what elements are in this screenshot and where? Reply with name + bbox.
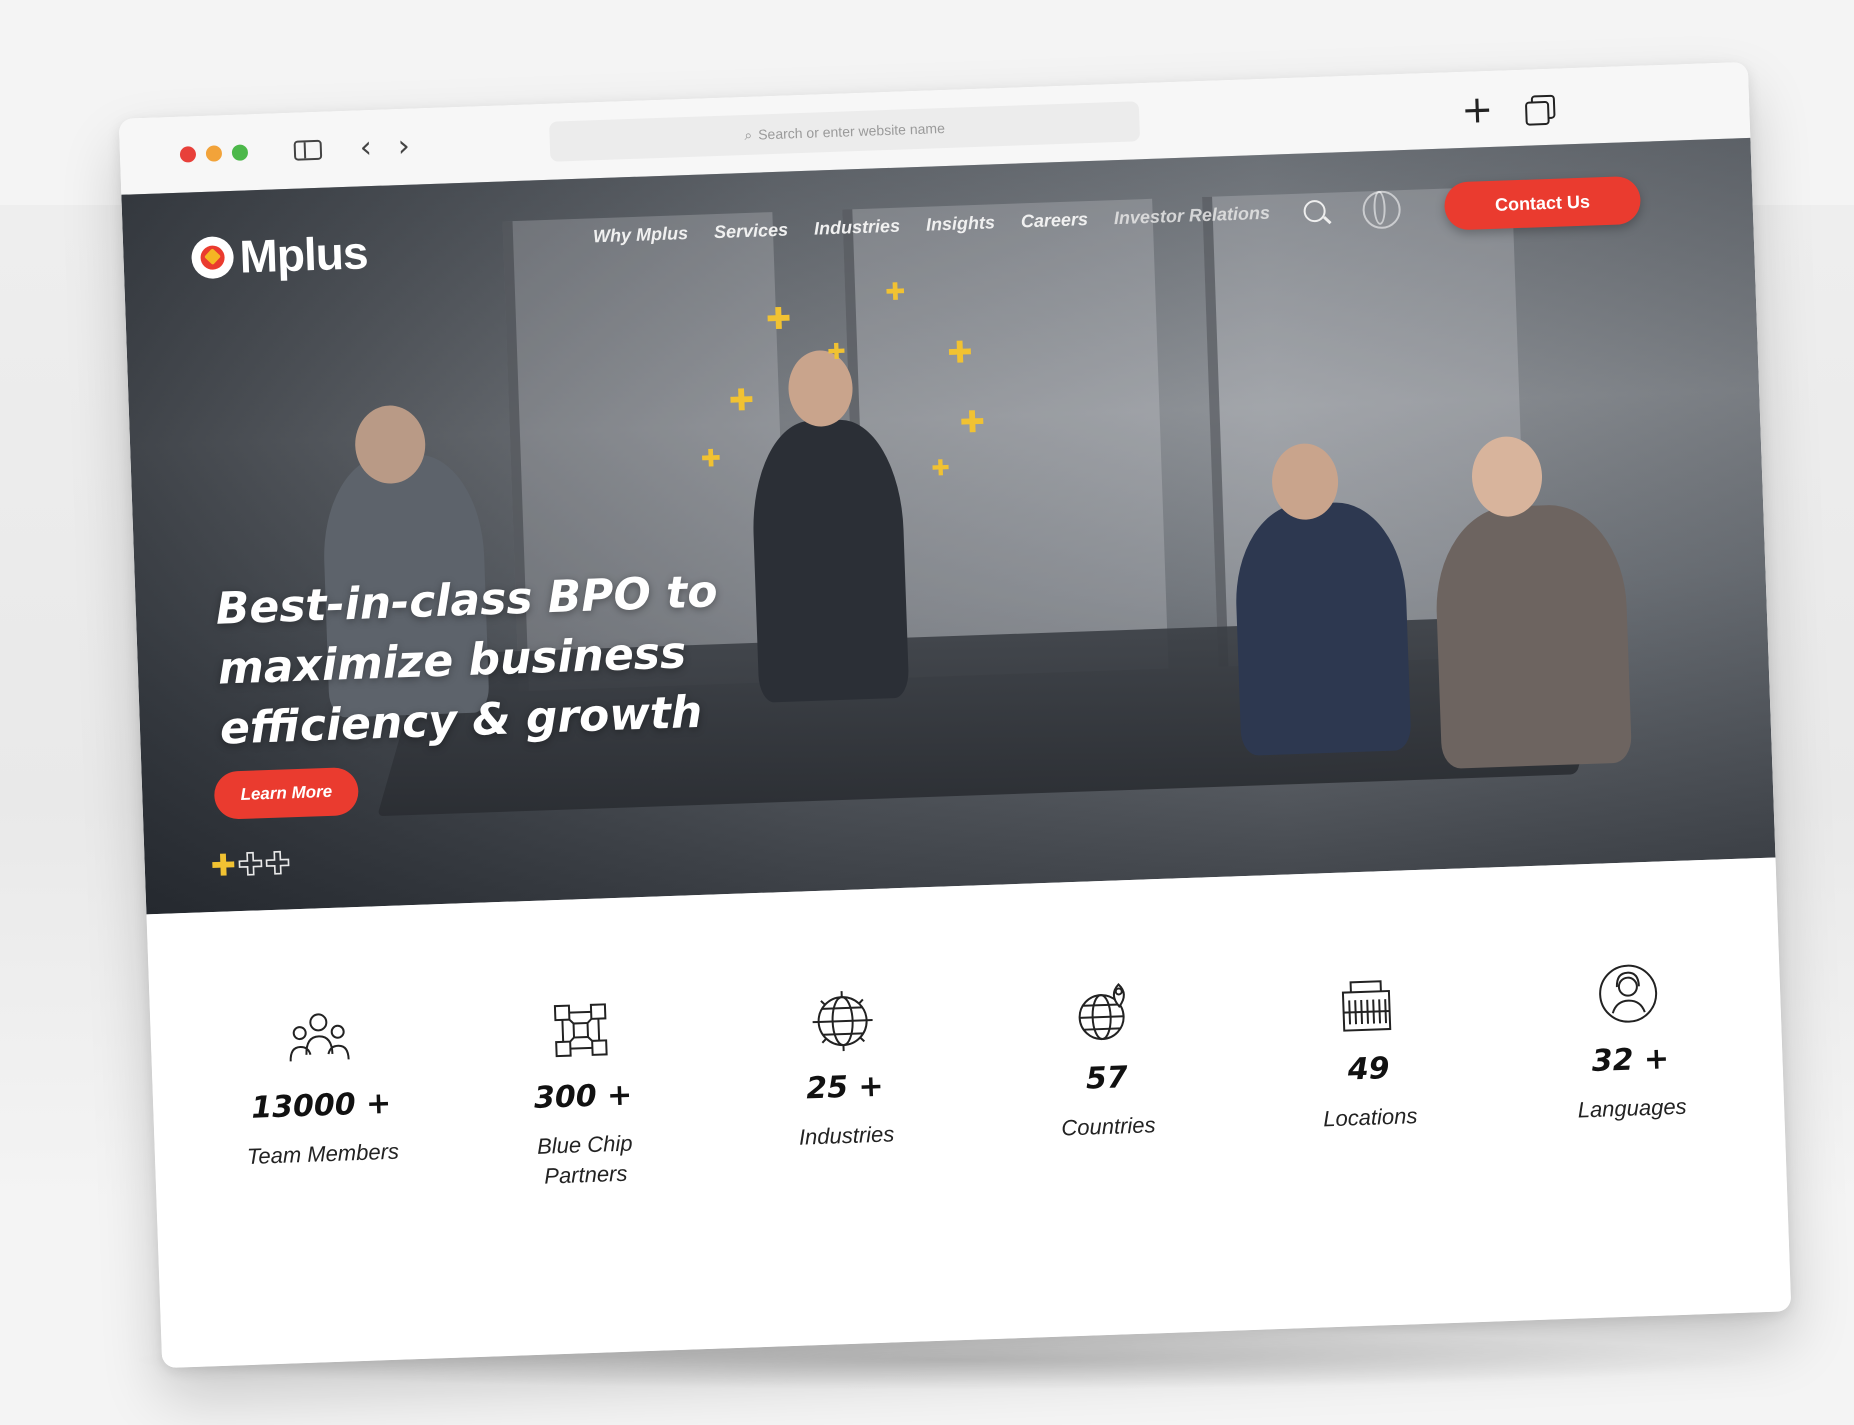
stat-value: 300 +: [533, 1077, 633, 1116]
slide-dot-active-icon[interactable]: ✚: [210, 848, 236, 884]
logo-text: Mplus: [238, 226, 369, 283]
search-icon[interactable]: [1300, 197, 1331, 228]
forward-arrow-icon[interactable]: ›: [385, 126, 422, 167]
stat-value: 49: [1347, 1051, 1391, 1088]
hero-section: ✚ ✚ ✚ ✚ ✚ ✚ ✚ ✚ Mplus Why Mplus Services…: [121, 137, 1776, 915]
address-placeholder: Search or enter website name: [757, 120, 946, 143]
stat-value: 57: [1085, 1060, 1129, 1097]
wall-plus-icon: ✚: [959, 404, 986, 441]
address-bar[interactable]: ⌕ Search or enter website name: [549, 101, 1141, 162]
stat-item: 25 + Industries: [731, 982, 957, 1155]
stat-value: 32 +: [1591, 1041, 1670, 1079]
slide-dot-icon[interactable]: ✚: [264, 846, 292, 883]
back-arrow-icon[interactable]: ‹: [347, 128, 384, 169]
hero-photo-person: [1232, 500, 1412, 757]
stat-label: Locations: [1322, 1103, 1418, 1132]
network-icon: [553, 1003, 608, 1058]
wall-plus-icon: ✚: [930, 456, 951, 482]
nav-item-why-mplus[interactable]: Why Mplus: [593, 223, 689, 247]
building-icon: [1341, 980, 1392, 1032]
stat-value: 25 +: [805, 1068, 885, 1107]
stat-item: 49 Locations: [1255, 964, 1481, 1137]
stat-value: 13000 +: [250, 1085, 392, 1126]
close-window-button[interactable]: [179, 146, 197, 163]
wall-plus-icon: ✚: [700, 444, 722, 473]
wall-plus-icon: ✚: [728, 382, 755, 419]
new-tab-plus-icon[interactable]: +: [1458, 87, 1495, 132]
slide-dot-icon[interactable]: ✚: [237, 846, 265, 883]
wall-plus-icon: ✚: [765, 301, 792, 338]
nav-item-services[interactable]: Services: [714, 220, 789, 244]
nav-item-industries[interactable]: Industries: [814, 216, 901, 240]
nav-item-insights[interactable]: Insights: [926, 212, 996, 235]
wall-plus-icon: ✚: [826, 339, 847, 366]
stat-label: Blue Chip Partners: [536, 1130, 633, 1189]
speaker-person-icon: [1599, 964, 1658, 1023]
slide-indicators: ✚ ✚ ✚: [210, 846, 292, 885]
stats-section: 13000 + Team Members 300 + Blue Chip Par…: [146, 857, 1792, 1369]
minimize-window-button[interactable]: [205, 145, 223, 162]
hero-headline: Best-in-class BPO to maximize business e…: [215, 560, 781, 759]
wall-plus-icon: ✚: [884, 277, 906, 307]
stat-label: Team Members: [246, 1138, 400, 1169]
maximize-window-button[interactable]: [231, 144, 249, 161]
stat-label: Languages: [1577, 1093, 1687, 1123]
stat-item: 57 Countries: [993, 973, 1219, 1146]
nav-item-careers[interactable]: Careers: [1021, 209, 1089, 232]
stat-item: 300 + Blue Chip Partners: [470, 991, 697, 1194]
sidebar-toggle-icon[interactable]: [289, 130, 326, 171]
search-icon: ⌕: [744, 126, 753, 143]
globe-pin-icon: [1078, 983, 1125, 1041]
mplus-logo-icon: [190, 235, 235, 280]
contact-us-button[interactable]: Contact Us: [1443, 175, 1642, 231]
tab-overview-icon[interactable]: [1518, 87, 1556, 128]
learn-more-button[interactable]: Learn More: [213, 766, 360, 820]
stat-label: Industries: [798, 1121, 895, 1150]
globe-gear-icon: [812, 991, 873, 1052]
stat-item: 13000 + Team Members: [208, 1001, 434, 1174]
site-logo[interactable]: Mplus: [190, 224, 369, 286]
hero-photo-person: [1433, 502, 1633, 770]
team-icon: [289, 1013, 350, 1062]
stat-item: 32 + Languages: [1517, 955, 1743, 1128]
stat-label: Countries: [1060, 1112, 1156, 1141]
wall-plus-icon: ✚: [946, 335, 974, 372]
browser-window: ‹ › ⌕ Search or enter website name + ✚ ✚ …: [118, 61, 1792, 1369]
